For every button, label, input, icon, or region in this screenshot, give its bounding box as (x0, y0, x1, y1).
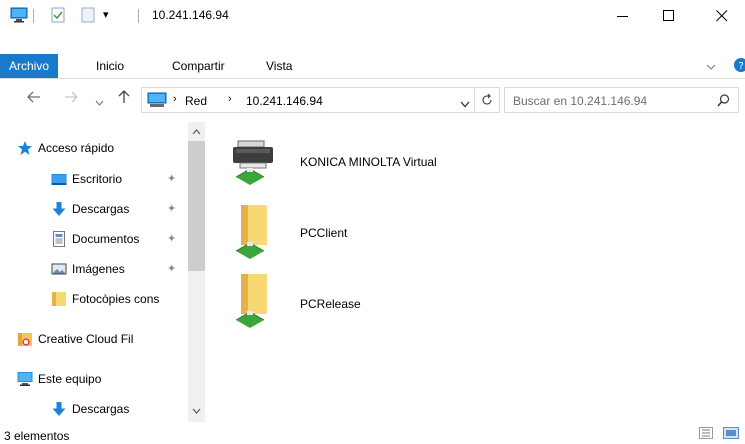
nav-item-acceso-rapido[interactable]: Acceso rápido (17, 138, 114, 158)
address-dropdown-icon[interactable] (460, 97, 470, 111)
help-icon[interactable]: ? (734, 58, 745, 75)
nav-item-label: Imágenes (72, 262, 125, 276)
folder-icon (51, 291, 67, 307)
nav-scrollbar-thumb[interactable] (188, 141, 205, 271)
nav-item-descargas-pc[interactable]: Descargas (51, 399, 129, 419)
scroll-down-icon[interactable] (188, 402, 205, 419)
window-title: 10.241.146.94 (152, 8, 229, 22)
content-item-konica[interactable]: KONICA MINOLTA Virtual (230, 135, 530, 195)
content-item-label: PCClient (300, 226, 348, 240)
details-view-icon[interactable] (699, 427, 713, 439)
document-icon (51, 231, 67, 247)
download-arrow-icon (51, 401, 67, 417)
pin-icon[interactable]: ✦ (167, 172, 176, 185)
creative-cloud-folder-icon (17, 331, 33, 347)
back-button[interactable] (27, 90, 41, 107)
breadcrumb-red[interactable]: Red (185, 94, 207, 108)
forward-button[interactable] (64, 90, 78, 107)
new-folder-quick-access-icon[interactable] (80, 7, 96, 26)
pin-icon[interactable]: ✦ (167, 202, 176, 215)
title-separator (33, 9, 34, 23)
nav-item-label: Este equipo (38, 372, 102, 386)
network-share-folder-icon (230, 203, 278, 266)
recent-locations-dropdown-icon[interactable] (95, 93, 104, 110)
network-printer-icon (230, 135, 278, 190)
nav-item-label: Acceso rápido (38, 141, 115, 155)
desktop-icon (51, 171, 67, 187)
address-bar[interactable]: › Red › 10.241.146.94 (141, 87, 475, 113)
nav-item-documentos[interactable]: Documentos (51, 229, 139, 249)
computer-icon (17, 371, 33, 387)
nav-item-label: Descargas (72, 402, 130, 416)
title-separator (138, 9, 139, 23)
tab-archivo[interactable]: Archivo (0, 54, 59, 78)
nav-item-descargas[interactable]: Descargas (51, 199, 129, 219)
network-location-icon (147, 92, 167, 111)
close-button[interactable] (699, 0, 745, 31)
ribbon-divider (0, 78, 745, 79)
nav-item-label: Creative Cloud Fil (38, 332, 134, 346)
nav-item-label: Fotocòpies cons (72, 292, 160, 306)
pictures-icon (51, 261, 67, 277)
nav-item-label: Escritorio (72, 172, 123, 186)
search-box[interactable]: Buscar en 10.241.146.94 (504, 87, 739, 113)
tab-compartir[interactable]: Compartir (172, 54, 225, 78)
expand-ribbon-icon[interactable] (706, 60, 716, 74)
pin-icon[interactable]: ✦ (167, 262, 176, 275)
maximize-button[interactable] (646, 0, 692, 31)
nav-item-fotocopies[interactable]: Fotocòpies cons (51, 289, 188, 309)
customize-toolbar-dropdown-icon[interactable]: ▾ (103, 8, 109, 21)
network-share-folder-icon (230, 272, 278, 335)
breadcrumb-host[interactable]: 10.241.146.94 (246, 94, 323, 108)
content-item-label: PCRelease (300, 297, 361, 311)
pin-icon[interactable]: ✦ (167, 232, 176, 245)
nav-item-creative-cloud[interactable]: Creative Cloud Fil (17, 329, 188, 349)
content-item-pcrelease[interactable]: PCRelease (230, 272, 530, 332)
nav-item-imagenes[interactable]: Imágenes (51, 259, 125, 279)
title-bar: ▾ 10.241.146.94 (0, 0, 745, 31)
large-icons-view-icon[interactable] (723, 427, 739, 439)
search-icon[interactable] (717, 94, 730, 110)
breadcrumb-arrow-icon[interactable]: › (228, 93, 232, 105)
refresh-button[interactable] (475, 87, 500, 113)
nav-item-label: Documentos (72, 232, 140, 246)
tab-inicio[interactable]: Inicio (96, 54, 124, 78)
status-bar: 3 elementos (0, 424, 745, 444)
content-item-label: KONICA MINOLTA Virtual (300, 155, 437, 169)
star-icon (17, 140, 33, 156)
this-pc-icon (10, 7, 28, 26)
item-count: 3 elementos (4, 429, 70, 443)
search-placeholder: Buscar en 10.241.146.94 (513, 94, 648, 108)
scroll-up-icon[interactable] (188, 123, 205, 140)
download-arrow-icon (51, 201, 67, 217)
svg-text:?: ? (739, 61, 744, 72)
nav-item-escritorio[interactable]: Escritorio (51, 169, 122, 189)
properties-quick-access-icon[interactable] (50, 7, 66, 26)
content-item-pcclient[interactable]: PCClient (230, 203, 530, 263)
tab-vista[interactable]: Vista (266, 54, 292, 78)
minimize-button[interactable] (600, 0, 646, 31)
up-button[interactable] (118, 90, 130, 108)
nav-item-este-equipo[interactable]: Este equipo (17, 369, 101, 389)
nav-item-label: Descargas (72, 202, 130, 216)
breadcrumb-arrow-icon[interactable]: › (173, 93, 177, 105)
